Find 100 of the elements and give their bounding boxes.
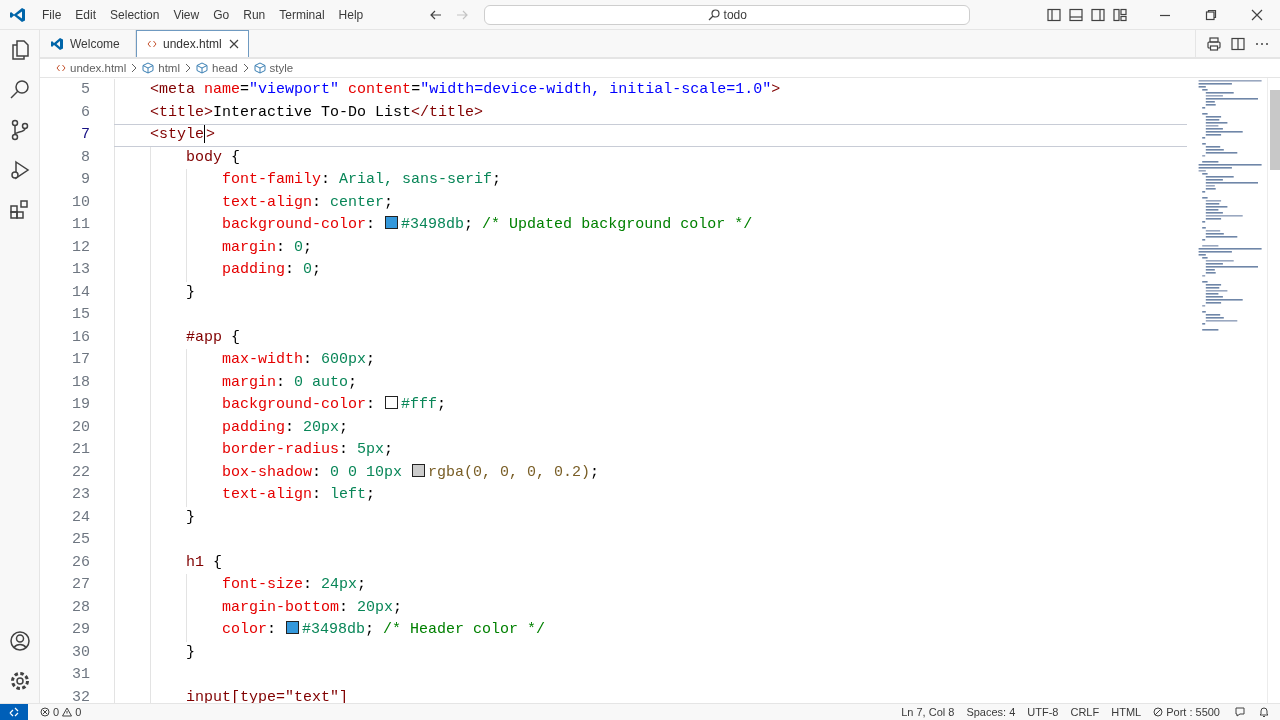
code-token: margin [222, 238, 277, 256]
line-number: 27 [71, 575, 91, 595]
code-token: font-family [222, 171, 322, 188]
line-number: 11 [71, 215, 91, 235]
code-token: ; [357, 576, 367, 593]
app-logo-icon [50, 36, 64, 51]
cube-icon [253, 62, 266, 74]
code-token: : [366, 216, 377, 233]
code-token: ; [303, 238, 313, 256]
code-brackets-icon [147, 39, 157, 49]
line-number: 28 [71, 597, 91, 618]
code-token: #app [186, 328, 223, 346]
remote-button[interactable] [0, 704, 28, 720]
code-token: : [312, 463, 323, 481]
command-center-search[interactable]: todo [484, 4, 971, 25]
code-token: color [222, 621, 268, 638]
code-token: ; [393, 598, 403, 616]
code-token: input[type="text"] [186, 688, 349, 703]
line-number: 23 [71, 485, 91, 505]
breadcrumb-item[interactable]: head [196, 62, 238, 74]
code-token: ; [365, 621, 376, 638]
menu-item[interactable]: File [35, 3, 69, 26]
code-token: 0 0 10px [330, 463, 404, 481]
code-token: "width=device-width, initial-scale=1.0" [420, 81, 772, 98]
breadcrumb-item[interactable]: html [142, 62, 180, 74]
line-number: 15 [71, 305, 91, 325]
code-token: { [213, 553, 223, 571]
color-swatch[interactable] [385, 396, 399, 409]
problems-indicator[interactable]: 0 0 [34, 706, 88, 718]
code-brackets-icon [56, 63, 66, 73]
layout-icon[interactable] [1112, 6, 1128, 23]
code-token: /* Header color */ [383, 621, 546, 638]
app-logo-icon [9, 5, 27, 24]
menu-item[interactable]: Help [331, 3, 371, 26]
line-number: 10 [71, 192, 91, 213]
code-token: padding [222, 261, 286, 278]
menu-item[interactable]: View [166, 3, 207, 26]
code-token: /* Updated background color */ [482, 216, 753, 233]
code-token: : [285, 418, 296, 436]
close-icon[interactable] [1251, 8, 1263, 21]
code-token: ; [366, 486, 376, 503]
menu-item[interactable]: Edit [68, 3, 104, 26]
code-token: background-color [222, 216, 367, 233]
code-token: ; [348, 373, 358, 391]
code-token: } [186, 508, 196, 526]
code-token: ; [384, 193, 394, 211]
code-token: body [186, 148, 223, 166]
line-number: 12 [71, 237, 91, 258]
code-token: { [231, 328, 241, 346]
line-number: 30 [71, 642, 91, 663]
chevron-right-icon [184, 63, 192, 73]
code-token: ; [437, 396, 447, 413]
breadcrumb-item[interactable]: style [253, 62, 294, 74]
panel-toggle-icon[interactable] [1068, 6, 1084, 23]
code-token: 24px [321, 576, 358, 593]
code-token: Interactive To-Do List [213, 103, 412, 121]
color-swatch[interactable] [286, 621, 300, 634]
account-icon[interactable] [7, 629, 32, 653]
code-token: = [411, 81, 421, 98]
split-editor-icon[interactable] [1230, 35, 1246, 52]
code-token: : [276, 238, 287, 256]
feedback-icon[interactable] [1234, 706, 1246, 718]
primary-sidebar-toggle-icon[interactable] [1046, 6, 1062, 23]
line-number: 13 [71, 260, 91, 280]
menu-item[interactable]: Terminal [272, 3, 332, 26]
printer-icon[interactable] [1206, 35, 1222, 52]
code-token: text-align [222, 486, 313, 503]
error-icon [40, 707, 50, 717]
status-item[interactable]: UTF-8 [1021, 706, 1065, 718]
menu-item[interactable]: Selection [103, 3, 167, 26]
line-number: 22 [71, 462, 91, 483]
menu-item[interactable]: Go [206, 3, 237, 26]
status-item[interactable]: Spaces: 4 [960, 706, 1022, 718]
close-icon[interactable] [227, 38, 240, 50]
color-swatch[interactable] [385, 216, 399, 229]
restore-icon[interactable] [1205, 8, 1217, 21]
menu-item[interactable]: Run [236, 3, 273, 26]
breadcrumb-item[interactable]: undex.html [56, 62, 127, 74]
code-token: : [303, 576, 314, 593]
code-token: : [285, 261, 296, 278]
code-token: #3498db [401, 216, 465, 233]
code-token: 600px [321, 351, 367, 368]
port-status[interactable]: Port : 5500 [1147, 706, 1226, 718]
status-item[interactable]: CRLF [1064, 706, 1106, 718]
line-number: 8 [80, 147, 91, 168]
code-token: : [321, 171, 332, 188]
chevron-right-icon [241, 63, 250, 73]
status-item[interactable]: HTML [1105, 706, 1148, 718]
scrollbar-thumb[interactable] [1270, 90, 1280, 170]
code-token: background-color [222, 396, 367, 413]
code-token: #3498db [302, 621, 366, 638]
code-token: ; [339, 418, 349, 436]
line-number: 7 [80, 125, 91, 145]
bell-icon[interactable] [1258, 706, 1270, 718]
editor-tab[interactable]: undex.html [136, 30, 249, 57]
secondary-sidebar-toggle-icon[interactable] [1090, 6, 1106, 23]
status-item[interactable]: Ln 7, Col 8 [895, 706, 961, 718]
color-swatch[interactable] [412, 463, 426, 477]
code-token: : [267, 621, 278, 638]
code-token: ; [492, 171, 502, 188]
